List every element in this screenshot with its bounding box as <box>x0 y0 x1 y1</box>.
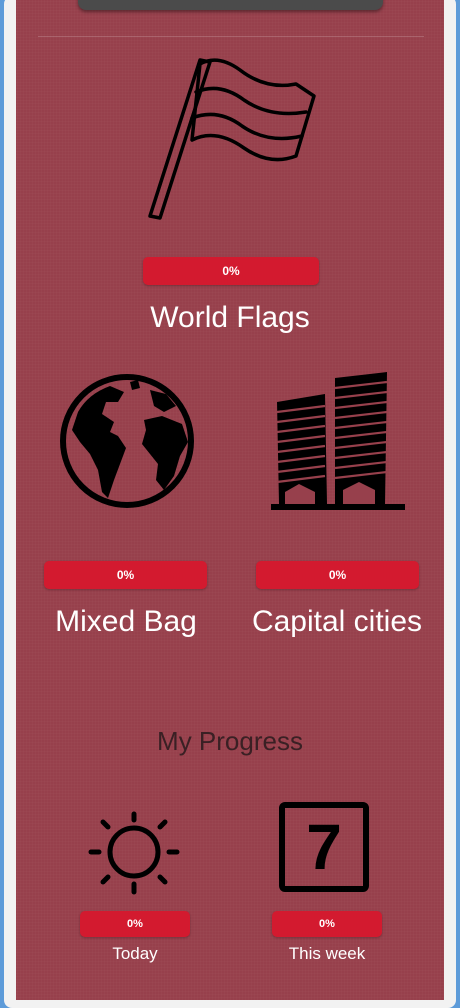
flag-icon <box>148 58 316 220</box>
this-week-progress-label: 0% <box>319 918 335 930</box>
top-bar <box>78 0 383 10</box>
my-progress-heading: My Progress <box>157 726 303 756</box>
today-progress-label: 0% <box>127 918 143 930</box>
mixed-bag-progress-label: 0% <box>116 568 135 582</box>
this-week-progress-bar: 0% <box>272 911 382 937</box>
mixed-bag-title: Mixed Bag <box>55 605 197 638</box>
main-panel: 0% World Flags 0% Mixed Bag 0% Capital c… <box>16 0 444 1000</box>
today-label: Today <box>112 944 158 963</box>
world-flags-progress-label: 0% <box>222 264 240 278</box>
capital-cities-title: Capital cities <box>251 605 423 638</box>
today-progress-bar: 0% <box>80 911 190 937</box>
capital-cities-progress-label: 0% <box>328 568 347 582</box>
mixed-bag-progress-bar: 0% <box>44 561 207 589</box>
capital-cities-progress-bar: 0% <box>256 561 419 589</box>
world-flags-title: World Flags <box>150 301 310 334</box>
divider <box>38 36 424 37</box>
world-flags-progress-bar: 0% <box>143 257 319 285</box>
this-week-label: This week <box>288 944 366 963</box>
sun-icon <box>88 811 180 895</box>
calendar-7-icon: 7 <box>279 802 369 892</box>
globe-icon <box>60 374 194 508</box>
calendar-number: 7 <box>306 811 342 883</box>
buildings-icon <box>271 372 405 510</box>
